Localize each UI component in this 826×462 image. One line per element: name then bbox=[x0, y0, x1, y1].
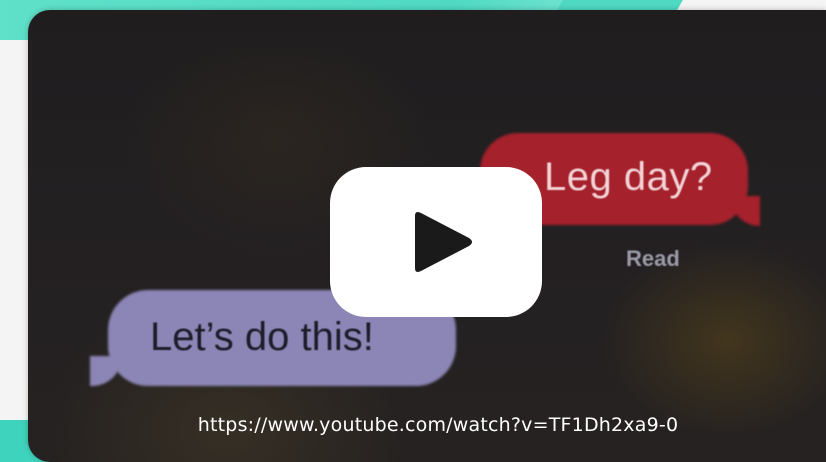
read-receipt-label: Read bbox=[626, 246, 680, 271]
red-bubble-tail bbox=[730, 196, 760, 226]
play-button[interactable] bbox=[330, 167, 542, 317]
purple-bubble-tail bbox=[90, 356, 122, 386]
purple-bubble-text: Let’s do this! bbox=[150, 315, 374, 359]
play-icon bbox=[415, 212, 472, 272]
video-url-caption[interactable]: https://www.youtube.com/watch?v=TF1Dh2xa… bbox=[118, 414, 758, 436]
page: Leg day? Read Let’s do this! https://www… bbox=[0, 0, 826, 462]
video-embed[interactable]: Leg day? Read Let’s do this! https://www… bbox=[28, 10, 826, 462]
red-bubble-text: Leg day? bbox=[544, 155, 713, 199]
